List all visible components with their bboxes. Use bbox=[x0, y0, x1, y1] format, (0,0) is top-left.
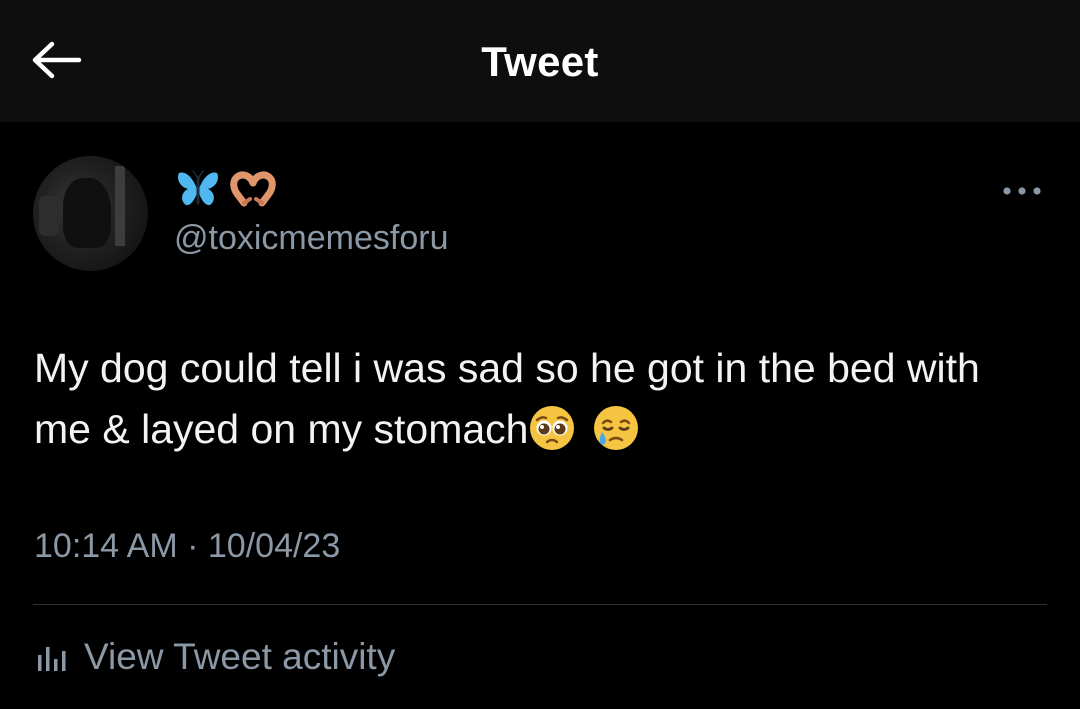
analytics-bars-icon bbox=[34, 637, 70, 678]
tweet-body: My dog could tell i was sad so he got in… bbox=[34, 345, 980, 452]
more-button[interactable] bbox=[998, 176, 1046, 208]
tweet-date: 10/04/23 bbox=[207, 527, 341, 565]
more-horizontal-icon bbox=[1002, 183, 1042, 201]
top-bar: Tweet bbox=[0, 0, 1080, 122]
avatar-photo-silhouette bbox=[63, 178, 111, 248]
display-name[interactable] bbox=[176, 169, 276, 214]
timestamp-separator: · bbox=[187, 527, 199, 565]
avatar-photo-detail bbox=[39, 196, 59, 236]
view-tweet-activity-label: View Tweet activity bbox=[84, 636, 396, 677]
user-handle[interactable]: @toxicmemesforu bbox=[174, 219, 448, 258]
tweet-timestamp: 10:14 AM · 10/04/23 bbox=[34, 527, 340, 566]
avatar-photo-detail bbox=[115, 166, 125, 246]
view-tweet-activity-button[interactable]: View Tweet activity bbox=[34, 632, 395, 682]
page-title: Tweet bbox=[481, 38, 599, 85]
pleading-face-emoji-icon bbox=[528, 404, 576, 452]
tweet-text: My dog could tell i was sad so he got in… bbox=[34, 338, 1044, 460]
smiling-face-with-tear-emoji-icon bbox=[592, 404, 640, 452]
divider bbox=[33, 604, 1047, 605]
tweet-time: 10:14 AM bbox=[34, 527, 178, 565]
heart-hands-emoji-icon bbox=[230, 169, 276, 214]
butterfly-emoji-icon bbox=[176, 169, 220, 214]
avatar[interactable] bbox=[33, 156, 148, 271]
